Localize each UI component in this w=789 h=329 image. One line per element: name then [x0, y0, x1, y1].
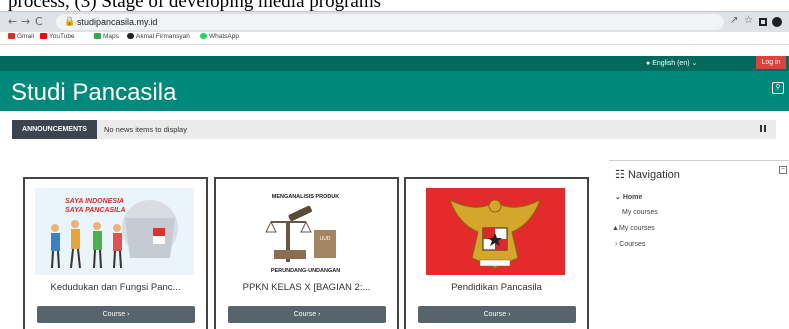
course-button[interactable]: Course › [37, 306, 195, 323]
site-header: Studi Pancasila ⚲ [0, 71, 789, 111]
globe-icon [127, 33, 134, 39]
lock-icon: 🔒 [64, 16, 76, 26]
navigation-divider [609, 160, 789, 161]
chevron-right-icon: › [615, 241, 618, 248]
course-button[interactable]: Course › [418, 306, 576, 323]
youtube-icon [40, 33, 47, 39]
navigation-title: ☷ Navigation [615, 169, 680, 181]
gmail-icon [8, 33, 15, 39]
bookmark-maps[interactable]: Maps [94, 33, 119, 40]
sitemap-icon: ☷ [615, 169, 625, 181]
browser-toolbar: ← → C 🔒 studipancasila.my.id ↗ ☆ [0, 11, 789, 32]
course-name[interactable]: Pendidikan Pancasila [410, 282, 583, 293]
chevron-down-icon: ⌄ [615, 194, 621, 201]
collapse-icon[interactable]: – [779, 166, 787, 174]
image-slogan-line-1: SAYA INDONESIA [65, 198, 124, 205]
bookmark-akmal[interactable]: Akmal Firmansyah [127, 33, 190, 40]
navigation-block: ☷ Navigation – ⌄ Home My courses ▲My cou… [609, 160, 789, 270]
bookmark-whatsapp[interactable]: WhatsApp [200, 33, 239, 40]
share-icon[interactable]: ↗ [730, 15, 738, 26]
course-image-garuda [416, 188, 575, 275]
image-slogan-line-2: SAYA PANCASILA [65, 207, 125, 214]
course-card[interactable]: Pendidikan Pancasila Course › [404, 177, 589, 329]
site-topbar: ● English (en) ⌄ Log in [0, 56, 789, 71]
search-icon[interactable]: ⚲ [772, 82, 784, 94]
reload-icon[interactable]: C [35, 15, 43, 28]
url-text: studipancasila.my.id [77, 17, 158, 27]
whatsapp-icon [200, 33, 207, 39]
announcements-bar: ANNOUNCEMENTS No news items to display [12, 120, 776, 139]
screenshot-root: process, (3) Stage of developing media p… [0, 0, 789, 329]
announcements-label[interactable]: ANNOUNCEMENTS [12, 120, 97, 139]
nav-my-courses[interactable]: My courses [622, 209, 658, 216]
nav-courses[interactable]: › Courses [615, 241, 645, 248]
course-image-law: MENGANALISIS PRODUK UUD PERUNDANG-UNDANG… [226, 188, 385, 275]
nav-my-courses-section[interactable]: ▲My courses [612, 225, 655, 232]
course-button[interactable]: Course › [228, 306, 386, 323]
image-title-bottom: PERUNDANG-UNDANGAN [271, 268, 340, 274]
star-icon[interactable]: ☆ [744, 15, 753, 26]
window-icon[interactable] [759, 18, 767, 26]
course-card[interactable]: SAYA INDONESIA SAYA PANCASILA Kedudukan … [23, 177, 208, 329]
nav-home[interactable]: ⌄ Home [615, 193, 642, 201]
image-title-top: MENGANALISIS PRODUK [272, 194, 340, 200]
maps-icon [94, 33, 101, 39]
pause-icon[interactable] [760, 125, 766, 132]
course-name[interactable]: PPKN KELAS X [BAGIAN 2:... [220, 282, 393, 293]
forward-icon[interactable]: → [21, 15, 30, 28]
bookmark-youtube[interactable]: YouTube [40, 33, 75, 40]
announcements-text: No news items to display [104, 125, 187, 134]
language-menu[interactable]: ● English (en) ⌄ [646, 59, 697, 67]
back-icon[interactable]: ← [8, 15, 17, 28]
graduation-cap-icon: ▲ [612, 225, 619, 232]
address-bar[interactable]: 🔒 studipancasila.my.id [56, 14, 724, 30]
image-uud-label: UUD [320, 236, 331, 242]
profile-icon[interactable] [772, 17, 782, 27]
site-title[interactable]: Studi Pancasila [11, 79, 176, 107]
course-image-pancasila-people: SAYA INDONESIA SAYA PANCASILA [35, 188, 194, 275]
course-name[interactable]: Kedudukan dan Fungsi Panc... [29, 282, 202, 293]
globe-icon: ● [646, 60, 651, 67]
login-button[interactable]: Log in [756, 56, 786, 69]
bookmark-gmail[interactable]: Gmail [8, 33, 34, 40]
bookmarks-bar: Gmail YouTube Maps Akmal Firmansyah What… [0, 32, 789, 45]
course-card[interactable]: MENGANALISIS PRODUK UUD PERUNDANG-UNDANG… [214, 177, 399, 329]
